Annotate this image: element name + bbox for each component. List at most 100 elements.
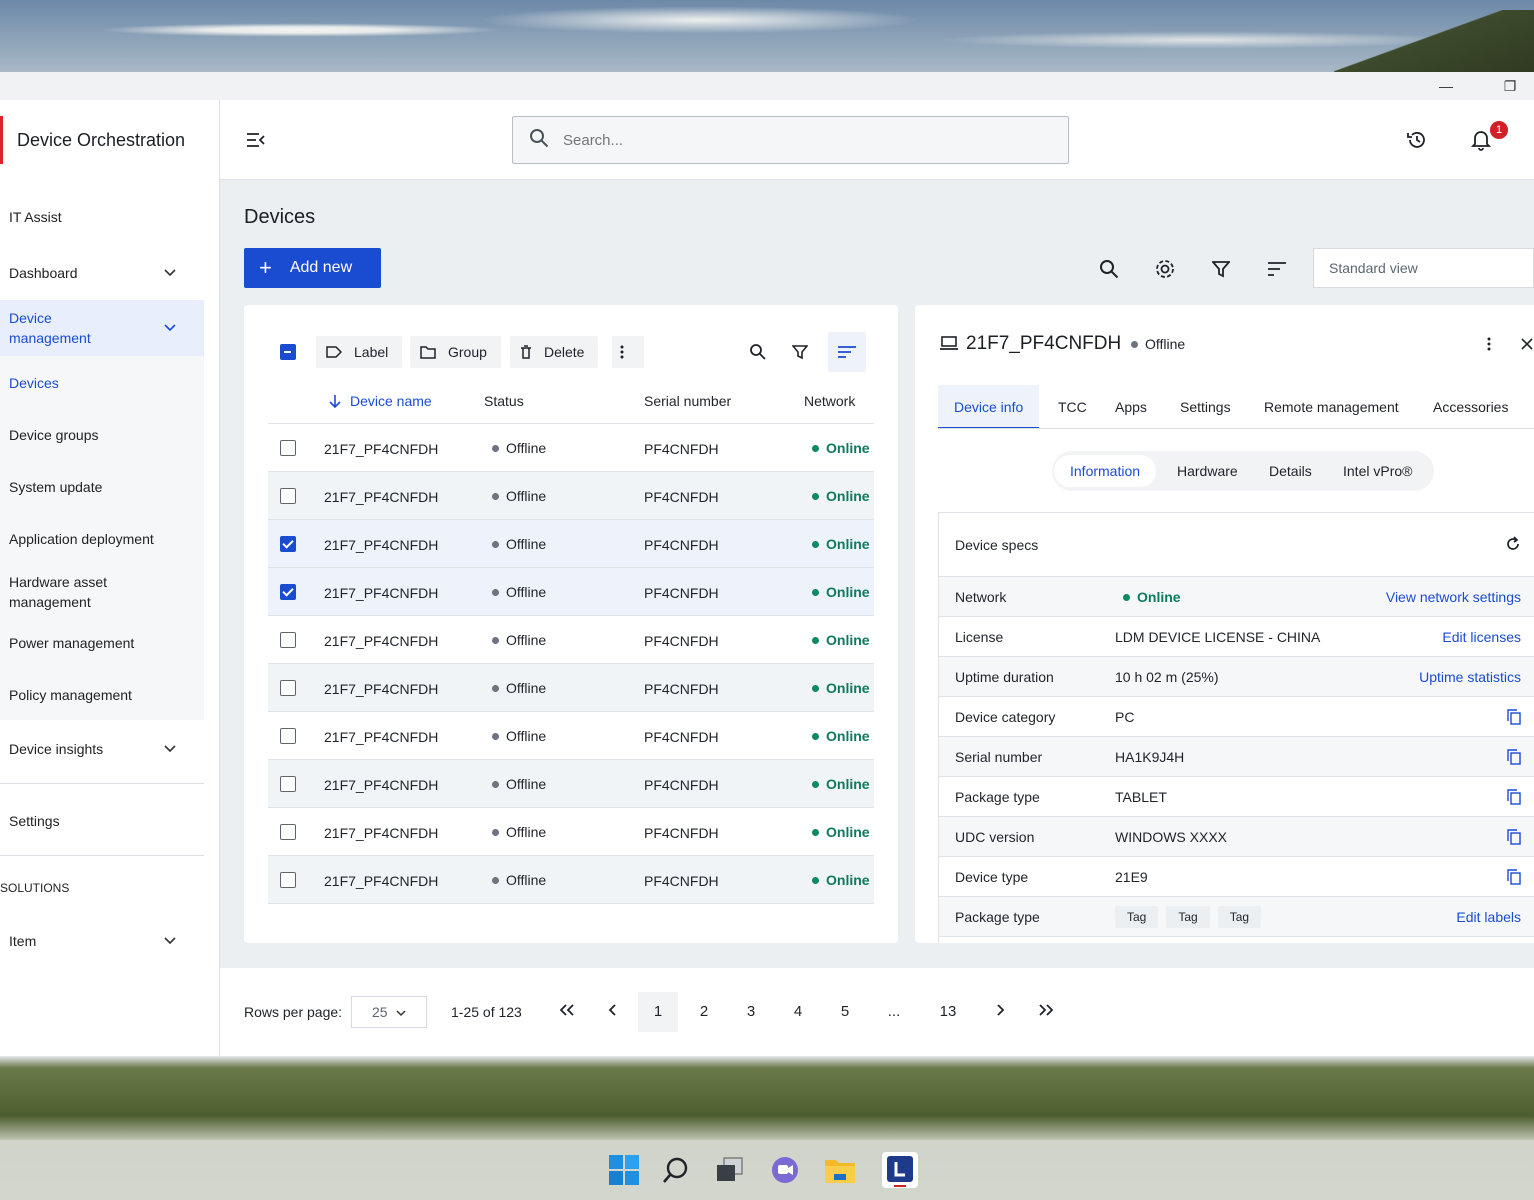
table-filter-icon[interactable] (790, 342, 810, 362)
copy-icon[interactable] (1507, 829, 1521, 848)
search-icon[interactable] (1098, 258, 1120, 280)
table-row[interactable]: 21F7_PF4CNFDH Offline PF4CNFDH Online (268, 568, 874, 616)
sidebar-item-dashboard[interactable]: Dashboard (0, 260, 204, 286)
view-select[interactable]: Standard view (1313, 248, 1534, 288)
sidebar-item-policy-management[interactable]: Policy management (0, 682, 204, 708)
table-row[interactable]: 21F7_PF4CNFDH Offline PF4CNFDH Online (268, 424, 874, 472)
restore-icon[interactable]: ❐ (1490, 72, 1530, 100)
sidebar-item-devices[interactable]: Devices (0, 370, 204, 396)
sidebar-item-power-management[interactable]: Power management (0, 630, 204, 656)
taskbar-search-icon[interactable] (658, 1152, 694, 1188)
chat-icon[interactable] (767, 1152, 803, 1188)
table-row[interactable]: 21F7_PF4CNFDH Offline PF4CNFDH Online (268, 472, 874, 520)
row-checkbox[interactable] (280, 440, 296, 456)
table-sort-icon[interactable] (828, 332, 866, 372)
history-icon[interactable] (1405, 128, 1429, 152)
edit-licenses-link[interactable]: Edit licenses (1442, 629, 1521, 645)
page-13[interactable]: 13 (928, 992, 968, 1032)
minimize-icon[interactable]: — (1426, 72, 1466, 100)
sidebar-item-system-update[interactable]: System update (0, 474, 204, 500)
row-checkbox[interactable] (280, 632, 296, 648)
row-checkbox[interactable] (280, 824, 296, 840)
uptime-statistics-link[interactable]: Uptime statistics (1419, 669, 1521, 685)
sidebar-item-it-assist[interactable]: IT Assist (0, 204, 204, 230)
tab-remote-management[interactable]: Remote management (1248, 385, 1415, 429)
tag-chip[interactable]: Tag (1166, 906, 1210, 928)
more-actions-button[interactable] (612, 336, 644, 368)
more-vertical-icon[interactable] (1481, 335, 1497, 353)
tab-apps[interactable]: Apps (1099, 385, 1163, 429)
lenovo-app-icon[interactable] (882, 1152, 918, 1188)
subtab-details[interactable]: Details (1253, 455, 1328, 487)
add-new-button[interactable]: + Add new (244, 248, 381, 288)
filter-icon[interactable] (1210, 258, 1232, 280)
page-3[interactable]: 3 (731, 992, 771, 1032)
menu-collapse-icon[interactable] (244, 128, 268, 152)
sidebar-item-device-insights[interactable]: Device insights (0, 736, 204, 762)
last-page-icon[interactable] (1026, 992, 1066, 1032)
table-search-icon[interactable] (748, 342, 768, 362)
page-1[interactable]: 1 (638, 992, 678, 1032)
table-row[interactable]: 21F7_PF4CNFDH Offline PF4CNFDH Online (268, 616, 874, 664)
gear-icon[interactable] (1154, 258, 1176, 280)
sidebar-item-device-management[interactable]: Device management (0, 300, 204, 356)
windows-start-icon[interactable] (606, 1152, 642, 1188)
select-all-checkbox[interactable] (280, 344, 296, 360)
sort-icon[interactable] (1266, 258, 1288, 280)
sidebar-item-device-groups[interactable]: Device groups (0, 422, 204, 448)
subtab-information[interactable]: Information (1054, 455, 1157, 487)
task-view-icon[interactable] (712, 1152, 748, 1188)
row-checkbox[interactable] (280, 872, 296, 888)
rows-per-page-select[interactable]: 25 (351, 996, 427, 1028)
table-row[interactable]: 21F7_PF4CNFDH Offline PF4CNFDH Online (268, 664, 874, 712)
tag-chip[interactable]: Tag (1115, 906, 1159, 928)
table-row[interactable]: 21F7_PF4CNFDH Offline PF4CNFDH Online (268, 808, 874, 856)
previous-page-icon[interactable] (593, 992, 633, 1032)
next-page-icon[interactable] (980, 992, 1020, 1032)
label-button[interactable]: Label (316, 336, 403, 368)
table-row[interactable]: 21F7_PF4CNFDH Offline PF4CNFDH Online (268, 760, 874, 808)
row-checkbox[interactable] (280, 536, 296, 552)
sidebar-item-settings[interactable]: Settings (0, 808, 204, 834)
first-page-icon[interactable] (547, 992, 587, 1032)
copy-icon[interactable] (1507, 789, 1521, 808)
sidebar-item-application-deployment[interactable]: Application deployment (0, 526, 204, 552)
group-button[interactable]: Group (410, 336, 501, 368)
close-icon[interactable] (1519, 335, 1534, 353)
view-network-settings-link[interactable]: View network settings (1386, 589, 1521, 605)
table-row[interactable]: 21F7_PF4CNFDH Offline PF4CNFDH Online (268, 520, 874, 568)
column-header-network[interactable]: Network (804, 393, 855, 409)
status-cell: Offline (492, 728, 546, 744)
file-explorer-icon[interactable] (822, 1152, 858, 1188)
row-checkbox[interactable] (280, 680, 296, 696)
tab-settings[interactable]: Settings (1164, 385, 1247, 429)
column-header-serial-number[interactable]: Serial number (644, 393, 731, 409)
tab-device-info[interactable]: Device info (938, 385, 1040, 429)
row-checkbox[interactable] (280, 728, 296, 744)
row-checkbox[interactable] (280, 488, 296, 504)
column-header-device-name[interactable]: Device name (328, 393, 432, 409)
page-5[interactable]: 5 (825, 992, 865, 1032)
copy-icon[interactable] (1507, 709, 1521, 728)
refresh-icon[interactable] (1504, 535, 1522, 553)
edit-labels-link[interactable]: Edit labels (1456, 909, 1521, 925)
page-4[interactable]: 4 (778, 992, 818, 1032)
subtab-intel-vpro[interactable]: Intel vPro® (1327, 455, 1428, 487)
copy-icon[interactable] (1507, 749, 1521, 768)
page-2[interactable]: 2 (684, 992, 724, 1032)
subtab-hardware[interactable]: Hardware (1161, 455, 1254, 487)
row-checkbox[interactable] (280, 776, 296, 792)
copy-icon[interactable] (1507, 869, 1521, 888)
row-checkbox[interactable] (280, 584, 296, 600)
search-input[interactable] (563, 131, 1043, 149)
tab-tcc[interactable]: TCC (1042, 385, 1103, 429)
delete-button[interactable]: Delete (510, 336, 599, 368)
sidebar-item-solution[interactable]: Item (0, 928, 204, 954)
sidebar-item-hardware-asset-management[interactable]: Hardware asset management (0, 570, 204, 614)
table-row[interactable]: 21F7_PF4CNFDH Offline PF4CNFDH Online (268, 712, 874, 760)
tag-chip[interactable]: Tag (1217, 906, 1262, 928)
tab-accessories[interactable]: Accessories (1417, 385, 1524, 429)
search-box[interactable] (512, 116, 1069, 164)
column-header-status[interactable]: Status (484, 393, 524, 409)
table-row[interactable]: 21F7_PF4CNFDH Offline PF4CNFDH Online (268, 856, 874, 904)
